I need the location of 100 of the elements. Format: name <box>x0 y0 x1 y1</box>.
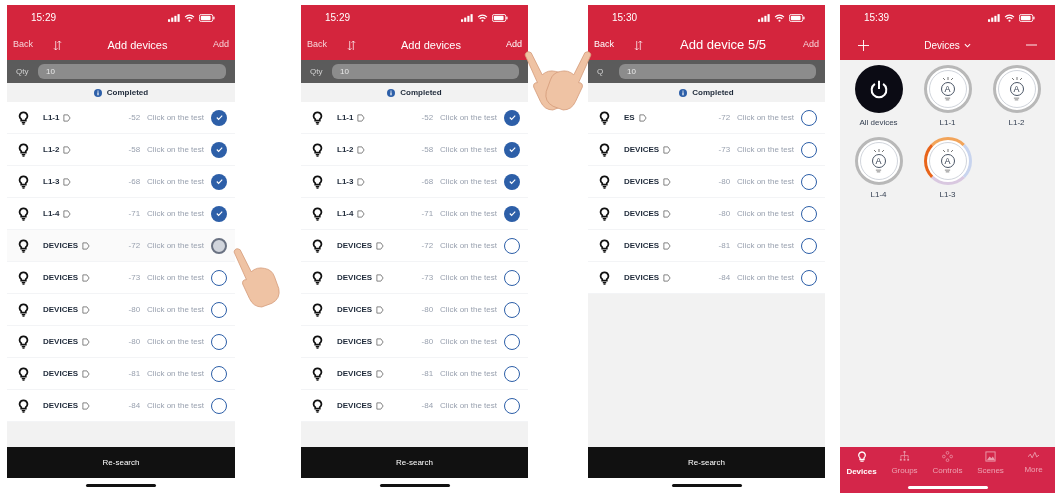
edit-icon[interactable] <box>82 241 91 250</box>
edit-icon[interactable] <box>63 145 72 154</box>
edit-icon[interactable] <box>376 273 385 282</box>
qty-field[interactable]: 10 <box>332 64 519 79</box>
sort-icon[interactable] <box>53 39 62 51</box>
test-hint[interactable]: Click on the test <box>737 239 794 252</box>
test-hint[interactable]: Click on the test <box>440 367 497 380</box>
test-hint[interactable]: Click on the test <box>737 111 794 124</box>
test-hint[interactable]: Click on the test <box>737 207 794 220</box>
select-checkbox[interactable] <box>211 173 227 190</box>
test-hint[interactable]: Click on the test <box>440 175 497 188</box>
bulb-base-icon <box>944 169 951 173</box>
edit-icon[interactable] <box>376 369 385 378</box>
edit-icon[interactable] <box>376 337 385 346</box>
light-button[interactable]: A <box>923 137 972 185</box>
test-hint[interactable]: Click on the test <box>147 271 204 284</box>
select-checkbox[interactable] <box>211 141 227 158</box>
back-link[interactable]: Back <box>13 38 33 52</box>
edit-icon[interactable] <box>663 177 672 186</box>
test-hint[interactable]: Click on the test <box>440 399 497 412</box>
status-time: 15:29 <box>325 11 351 25</box>
bulb-icon <box>312 302 323 317</box>
edit-icon[interactable] <box>357 145 366 154</box>
light-button[interactable]: A <box>854 137 903 185</box>
edit-icon[interactable] <box>82 273 91 282</box>
edit-icon[interactable] <box>376 305 385 314</box>
edit-icon[interactable] <box>663 209 672 218</box>
test-hint[interactable]: Click on the test <box>440 111 497 124</box>
test-hint[interactable]: Click on the test <box>737 143 794 156</box>
test-hint[interactable]: Click on the test <box>440 335 497 348</box>
test-hint[interactable]: Click on the test <box>147 143 204 156</box>
select-checkbox[interactable] <box>211 205 227 222</box>
signal-strength: -84 <box>128 399 141 412</box>
test-hint[interactable]: Click on the test <box>737 271 794 284</box>
edit-icon[interactable] <box>357 113 366 122</box>
light-button[interactable]: A <box>923 65 972 113</box>
screen-title: Add devices <box>400 37 462 53</box>
all-devices-button[interactable] <box>854 65 903 113</box>
edit-icon[interactable] <box>63 209 72 218</box>
re-search-button[interactable]: Re-search <box>588 447 825 478</box>
edit-icon[interactable] <box>82 401 91 410</box>
back-link[interactable]: Back <box>594 38 614 52</box>
edit-icon[interactable] <box>663 273 672 282</box>
signal-strength: -81 <box>128 367 141 380</box>
select-checkbox[interactable] <box>211 237 227 254</box>
select-checkbox[interactable] <box>504 109 520 126</box>
test-hint[interactable]: Click on the test <box>147 303 204 316</box>
tab-button[interactable]: Scenes <box>970 451 1011 478</box>
plus-icon[interactable] <box>858 39 869 51</box>
select-checkbox[interactable] <box>504 205 520 222</box>
test-hint[interactable]: Click on the test <box>440 303 497 316</box>
bulb-base-icon <box>875 169 882 173</box>
sort-icon[interactable] <box>347 39 356 51</box>
add-link[interactable]: Add <box>803 38 819 52</box>
edit-icon[interactable] <box>82 305 91 314</box>
test-hint[interactable]: Click on the test <box>440 207 497 220</box>
test-hint[interactable]: Click on the test <box>147 239 204 252</box>
edit-icon[interactable] <box>638 113 647 122</box>
add-link[interactable]: Add <box>213 38 229 52</box>
qty-field[interactable]: 10 <box>619 64 816 79</box>
back-link[interactable]: Back <box>307 38 327 52</box>
tab-button[interactable]: Groups <box>884 451 925 478</box>
select-checkbox[interactable] <box>504 141 520 158</box>
light-button[interactable]: A <box>992 65 1041 113</box>
edit-icon[interactable] <box>63 177 72 186</box>
devices-dropdown[interactable]: Devices <box>924 37 971 53</box>
edit-icon[interactable] <box>82 369 91 378</box>
signal-strength: -58 <box>421 143 434 156</box>
edit-icon[interactable] <box>376 401 385 410</box>
edit-icon[interactable] <box>663 241 672 250</box>
test-hint[interactable]: Click on the test <box>147 207 204 220</box>
signal-strength: -80 <box>128 335 141 348</box>
device-name: L1-3 <box>337 175 354 188</box>
test-hint[interactable]: Click on the test <box>440 239 497 252</box>
test-hint[interactable]: Click on the test <box>147 111 204 124</box>
test-hint[interactable]: Click on the test <box>147 367 204 380</box>
select-checkbox[interactable] <box>211 109 227 126</box>
edit-icon[interactable] <box>663 145 672 154</box>
tab-button[interactable]: Controls <box>927 451 968 478</box>
edit-icon[interactable] <box>63 113 72 122</box>
edit-icon[interactable] <box>82 337 91 346</box>
test-hint[interactable]: Click on the test <box>147 399 204 412</box>
tab-button[interactable]: More <box>1013 451 1054 478</box>
re-search-button[interactable]: Re-search <box>301 447 528 478</box>
edit-icon[interactable] <box>357 177 366 186</box>
add-link[interactable]: Add <box>506 38 522 52</box>
edit-icon[interactable] <box>357 209 366 218</box>
sort-icon[interactable] <box>634 39 643 51</box>
test-hint[interactable]: Click on the test <box>147 175 204 188</box>
test-hint[interactable]: Click on the test <box>440 143 497 156</box>
tab-button[interactable]: Devices <box>841 451 882 478</box>
battery-icon <box>789 13 805 22</box>
device-row[interactable]: DEVICES -72 Click on the test <box>7 230 235 262</box>
test-hint[interactable]: Click on the test <box>147 335 204 348</box>
re-search-button[interactable]: Re-search <box>7 447 235 478</box>
edit-icon[interactable] <box>376 241 385 250</box>
test-hint[interactable]: Click on the test <box>737 175 794 188</box>
test-hint[interactable]: Click on the test <box>440 271 497 284</box>
select-checkbox[interactable] <box>504 173 520 190</box>
qty-field[interactable]: 10 <box>38 64 226 79</box>
